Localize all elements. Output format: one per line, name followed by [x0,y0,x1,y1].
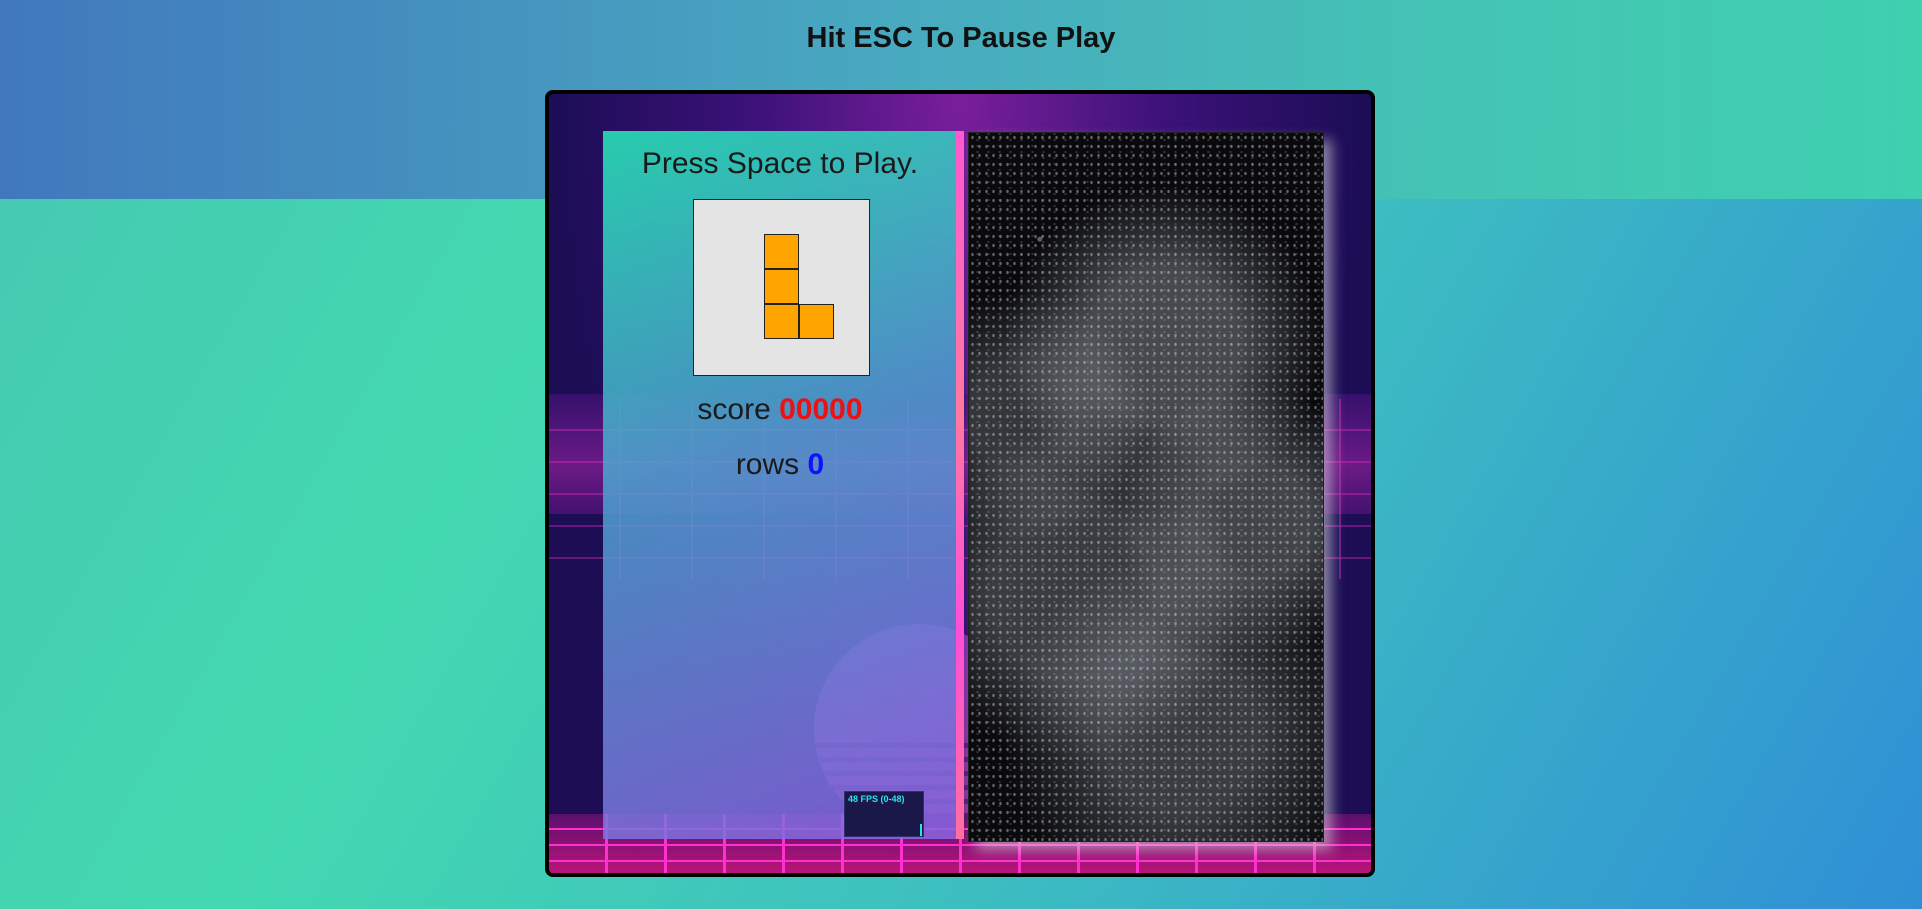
play-prompt: Press Space to Play. [641,147,919,180]
piece-block [764,234,799,269]
game-frame: Press Space to Play. score 00000 rows 0 … [545,90,1375,877]
piece-block [799,304,834,339]
rows-label: rows [735,448,800,481]
score-display: score 00000 [603,393,957,427]
fps-label: 48 FPS (0-48) [848,794,905,804]
board-texture [969,133,1323,841]
piece-block [764,269,799,304]
panel-divider [956,131,964,839]
fps-graph [920,824,922,836]
next-piece-preview [693,199,870,376]
fps-meter: 48 FPS (0-48) [844,791,924,837]
side-panel: Press Space to Play. score 00000 rows 0 … [603,131,957,839]
game-board[interactable] [968,132,1324,842]
rows-display: rows 0 [603,448,957,482]
page-title: Hit ESC To Pause Play [806,22,1116,54]
piece-block [764,304,799,339]
score-value: 00000 [779,393,863,426]
rows-value: 0 [807,448,825,481]
score-label: score [697,393,771,426]
